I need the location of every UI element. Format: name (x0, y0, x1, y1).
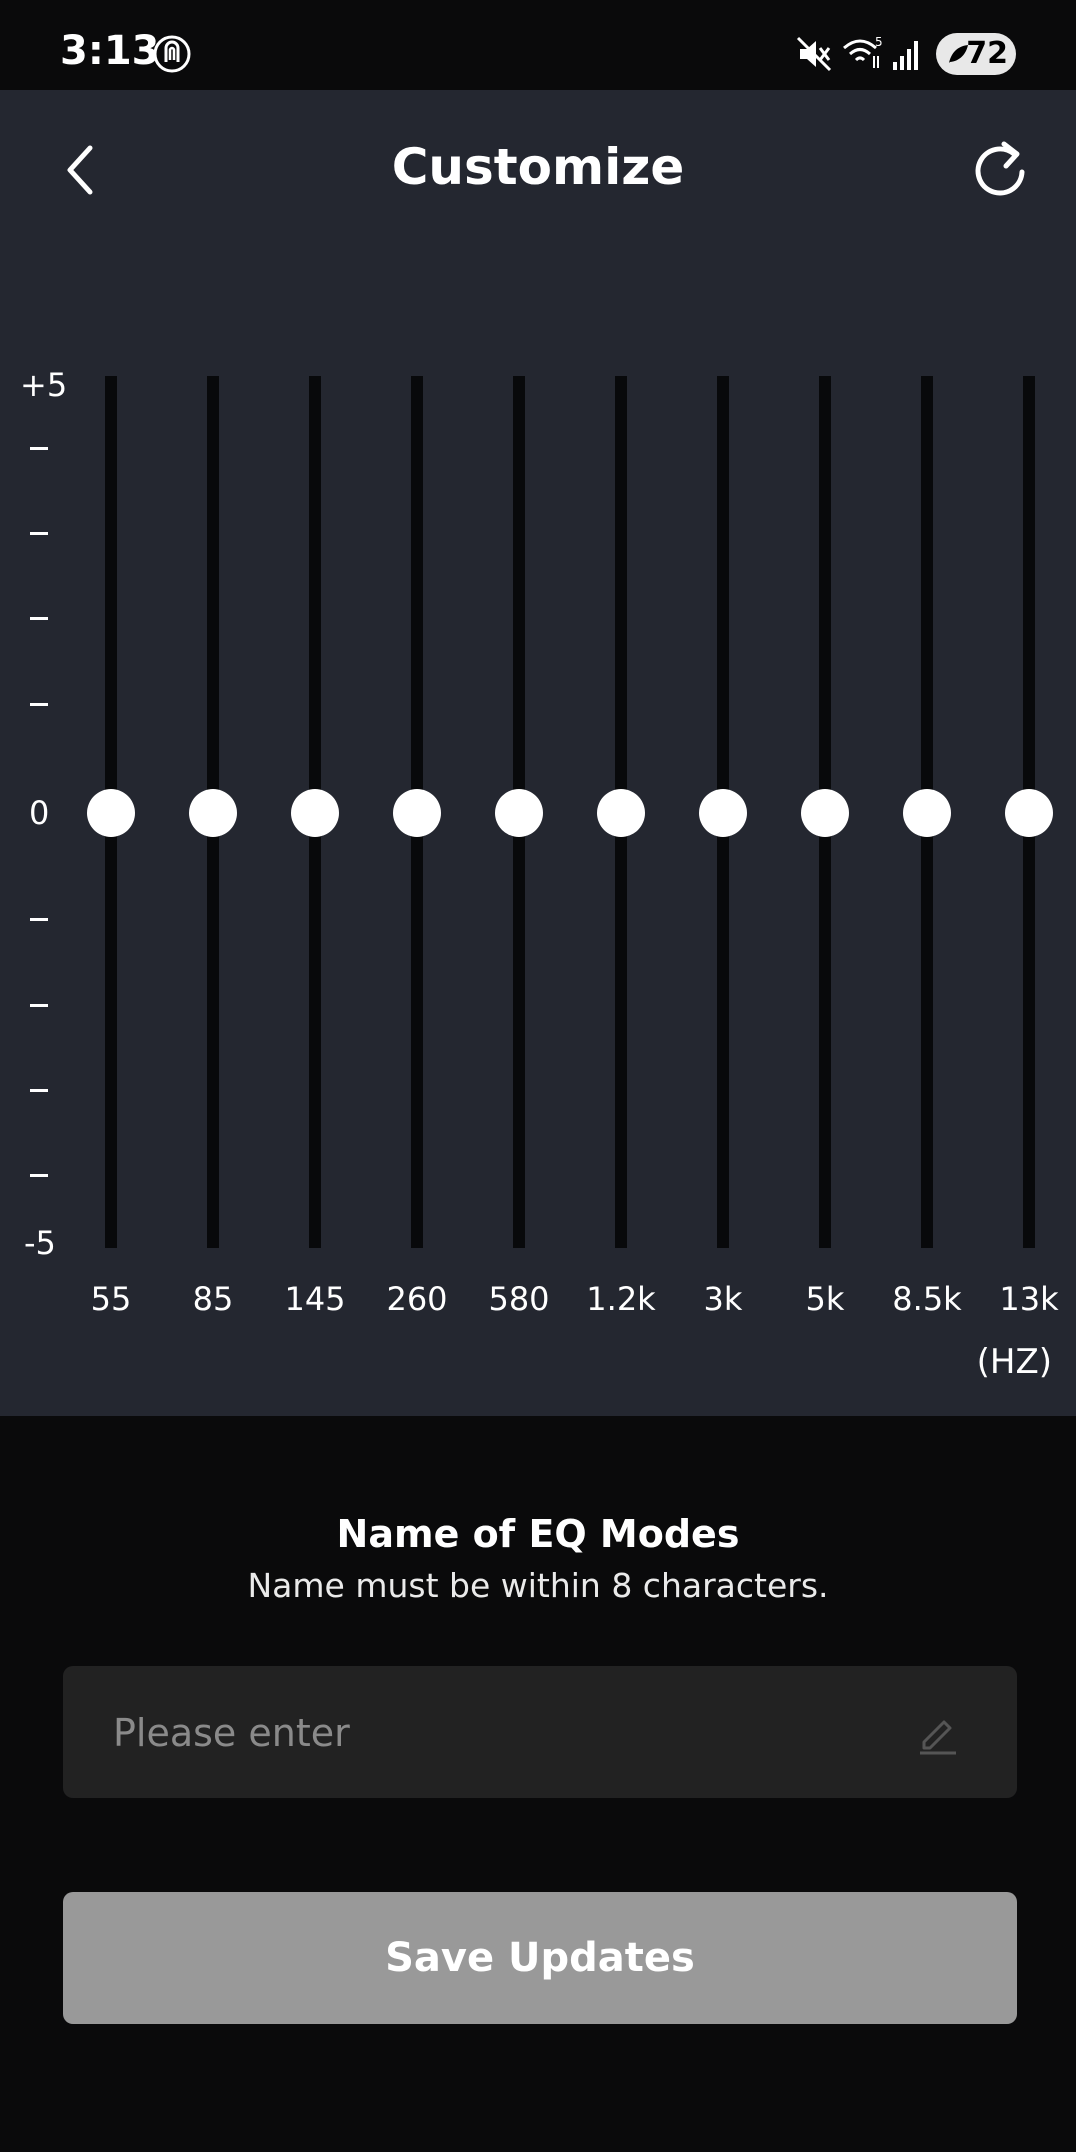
scale-max-label: +5 (20, 366, 68, 404)
eq-band-knob[interactable] (699, 789, 747, 837)
edit-icon (920, 1720, 956, 1755)
scale-tick (30, 1004, 48, 1007)
scale-min-label: -5 (24, 1224, 56, 1262)
save-updates-button[interactable]: Save Updates (63, 1892, 1017, 2024)
scale-tick (30, 918, 48, 921)
eq-name-field[interactable] (63, 1666, 1017, 1800)
frequency-unit: (HZ) (976, 1342, 1052, 1382)
scale-tick (30, 532, 48, 535)
scale-zero-label: 0 (29, 794, 50, 832)
scale-tick (30, 1174, 48, 1177)
eq-band-knob[interactable] (1005, 789, 1053, 837)
eq-band-knob[interactable] (495, 789, 543, 837)
eq-band-knob[interactable] (801, 789, 849, 837)
scale-tick (30, 703, 48, 706)
eq-band-knob[interactable] (87, 789, 135, 837)
eq-band-knob[interactable] (189, 789, 237, 837)
equalizer: +5 0 -5 (HZ) 55 85 145 260 580 1.2k 3k 5k 8.5k 13… (0, 0, 1076, 1416)
eq-band-knob[interactable] (291, 789, 339, 837)
eq-name-input[interactable] (111, 1666, 895, 1800)
scale-tick (30, 1089, 48, 1092)
eq-name-title: Name of EQ Modes (336, 1512, 740, 1556)
eq-band-knob[interactable] (597, 789, 645, 837)
scale-tick (30, 447, 48, 450)
scale-tick (30, 617, 48, 620)
eq-band-knob[interactable] (903, 789, 951, 837)
eq-band-frequency: 13k (999, 1280, 1059, 1318)
eq-name-hint: Name must be within 8 characters. (247, 1566, 829, 1605)
eq-band-knob[interactable] (393, 789, 441, 837)
